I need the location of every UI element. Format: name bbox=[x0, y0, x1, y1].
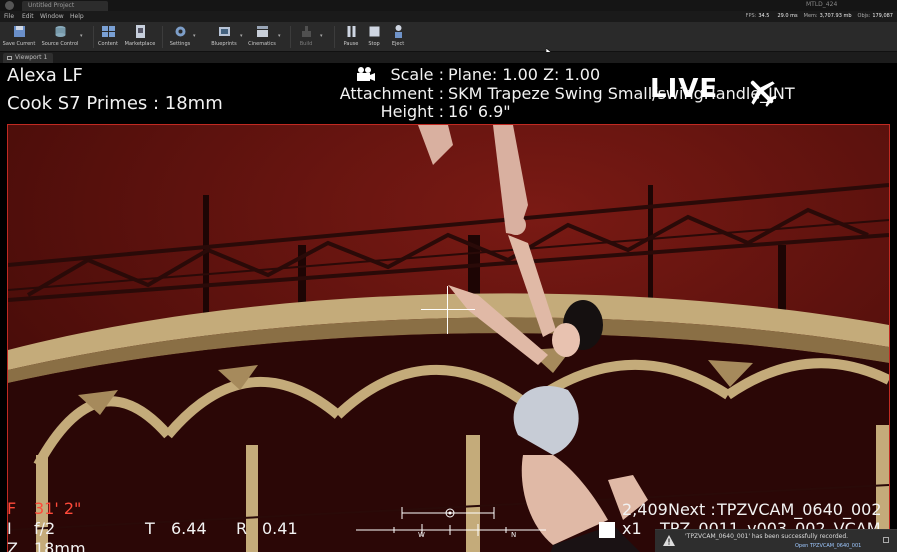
clapperboard-icon bbox=[256, 26, 268, 37]
viewport-tab[interactable]: Viewport 1 bbox=[3, 53, 53, 63]
project-tab[interactable]: Untitled Project bbox=[22, 1, 108, 11]
objs-stat: Objs: 179,087 bbox=[857, 13, 893, 19]
record-square-icon[interactable] bbox=[599, 522, 615, 538]
warning-icon bbox=[663, 535, 675, 546]
build-dropdown-icon[interactable]: ▾ bbox=[320, 33, 323, 39]
cinematics-dropdown-icon[interactable]: ▾ bbox=[278, 33, 281, 39]
build-button[interactable]: Build bbox=[294, 23, 318, 51]
iris-label: I bbox=[7, 519, 12, 538]
scene-render bbox=[8, 125, 889, 552]
stats-readout: FPS: 34.5 29.0 ms Mem: 3,707.93 mb Objs: 17… bbox=[746, 11, 893, 22]
fps-stat: FPS: 34.5 bbox=[745, 13, 770, 19]
attachment-value: SKM Trapeze Swing Small/swingHandle_JNT bbox=[448, 84, 795, 103]
source-control-dropdown-icon[interactable]: ▾ bbox=[80, 33, 83, 39]
toolbar-separator bbox=[162, 26, 163, 48]
stop-button[interactable]: Stop bbox=[363, 23, 385, 51]
zoom-label: Z bbox=[7, 539, 18, 552]
compass-ruler bbox=[356, 507, 546, 536]
build-icon bbox=[301, 26, 311, 37]
notification-message: 'TPZVCAM_0640_001' has been successfully… bbox=[685, 533, 849, 540]
focus-value: 31' 2" bbox=[34, 499, 82, 518]
toolbar-separator bbox=[93, 26, 94, 48]
blueprints-button[interactable]: Blueprints bbox=[208, 23, 240, 51]
t-value: 6.44 bbox=[171, 519, 207, 538]
zoom-value: 18mm bbox=[34, 539, 86, 552]
airplane-icon bbox=[750, 80, 777, 107]
pause-button[interactable]: Pause bbox=[339, 23, 363, 51]
height-label: Height : bbox=[380, 102, 444, 121]
settings-button[interactable]: Settings bbox=[166, 23, 194, 51]
level-viewport[interactable]: Alexa LF Cook S7 Primes : 18mm Scale : P… bbox=[0, 63, 897, 552]
lens-label: Cook S7 Primes : 18mm bbox=[7, 93, 223, 114]
camera-body-label: Alexa LF bbox=[7, 65, 83, 86]
dismiss-notification-icon[interactable] bbox=[883, 537, 889, 543]
save-icon bbox=[13, 26, 25, 37]
menu-file[interactable]: File bbox=[4, 11, 14, 22]
project-name: MTLD_424 bbox=[806, 1, 838, 8]
settings-dropdown-icon[interactable]: ▾ bbox=[193, 33, 196, 39]
viewport-tab-bar: Viewport 1 bbox=[0, 52, 897, 63]
menu-bar: File Edit Window Help FPS: 34.5 29.0 ms M… bbox=[0, 11, 897, 22]
menu-edit[interactable]: Edit bbox=[22, 11, 34, 22]
compass-west-label: W bbox=[418, 531, 425, 539]
toolbar-separator bbox=[290, 26, 291, 48]
eject-button[interactable]: Eject bbox=[387, 23, 409, 51]
r-value: 0.41 bbox=[262, 519, 298, 538]
r-label: R bbox=[236, 519, 248, 538]
frame-count: 2,409 bbox=[622, 500, 668, 519]
blueprint-icon bbox=[218, 27, 230, 36]
recording-notification: 'TPZVCAM_0640_001' has been successfully… bbox=[655, 529, 897, 552]
title-bar: Untitled Project MTLD_424 bbox=[0, 0, 897, 11]
attachment-label: Attachment : bbox=[339, 84, 444, 103]
mem-stat: Mem: 3,707.93 mb bbox=[803, 13, 852, 19]
t-label: T bbox=[145, 519, 155, 538]
source-control-icon bbox=[55, 26, 65, 37]
scale-value: Plane: 1.00 Z: 1.00 bbox=[448, 65, 601, 84]
save-current-button[interactable]: Save Current bbox=[2, 23, 36, 51]
focus-label: F bbox=[7, 499, 17, 518]
compass-north-label: N bbox=[511, 531, 517, 539]
menu-help[interactable]: Help bbox=[70, 11, 84, 22]
iris-value: f/2 bbox=[34, 519, 56, 538]
content-browser-icon bbox=[101, 26, 115, 37]
next-take-name: TPZVCAM_0640_002 bbox=[717, 500, 882, 519]
unreal-logo-icon bbox=[5, 1, 14, 10]
live-indicator: LIVE bbox=[650, 74, 719, 104]
crosshair-horizontal bbox=[421, 309, 475, 310]
source-control-button[interactable]: Source Control bbox=[40, 23, 80, 51]
marketplace-button[interactable]: Marketplace bbox=[123, 23, 157, 51]
crosshair-vertical bbox=[447, 286, 448, 334]
height-value: 16' 6.9" bbox=[448, 102, 511, 121]
menu-window[interactable]: Window bbox=[40, 11, 64, 22]
viewport-icon bbox=[7, 56, 12, 60]
cinematics-button[interactable]: Cinematics bbox=[246, 23, 278, 51]
blueprints-dropdown-icon[interactable]: ▾ bbox=[240, 33, 243, 39]
eject-icon bbox=[394, 25, 402, 38]
gear-icon bbox=[175, 26, 185, 37]
scale-label: Scale : bbox=[390, 65, 444, 84]
content-button[interactable]: Content bbox=[96, 23, 120, 51]
playback-multiplier: x1 bbox=[622, 519, 642, 538]
pause-icon bbox=[347, 26, 355, 37]
next-label: Next : bbox=[668, 500, 716, 519]
stop-icon bbox=[369, 26, 379, 37]
main-toolbar: Save Current Source Control ▾ Content Ma… bbox=[0, 22, 897, 60]
toolbar-separator bbox=[334, 26, 335, 48]
camera-scene[interactable] bbox=[7, 124, 890, 552]
marketplace-icon bbox=[135, 25, 145, 38]
open-recording-link[interactable]: Open TPZVCAM_0640_001 bbox=[795, 543, 861, 549]
ms-stat: 29.0 ms bbox=[777, 13, 798, 19]
